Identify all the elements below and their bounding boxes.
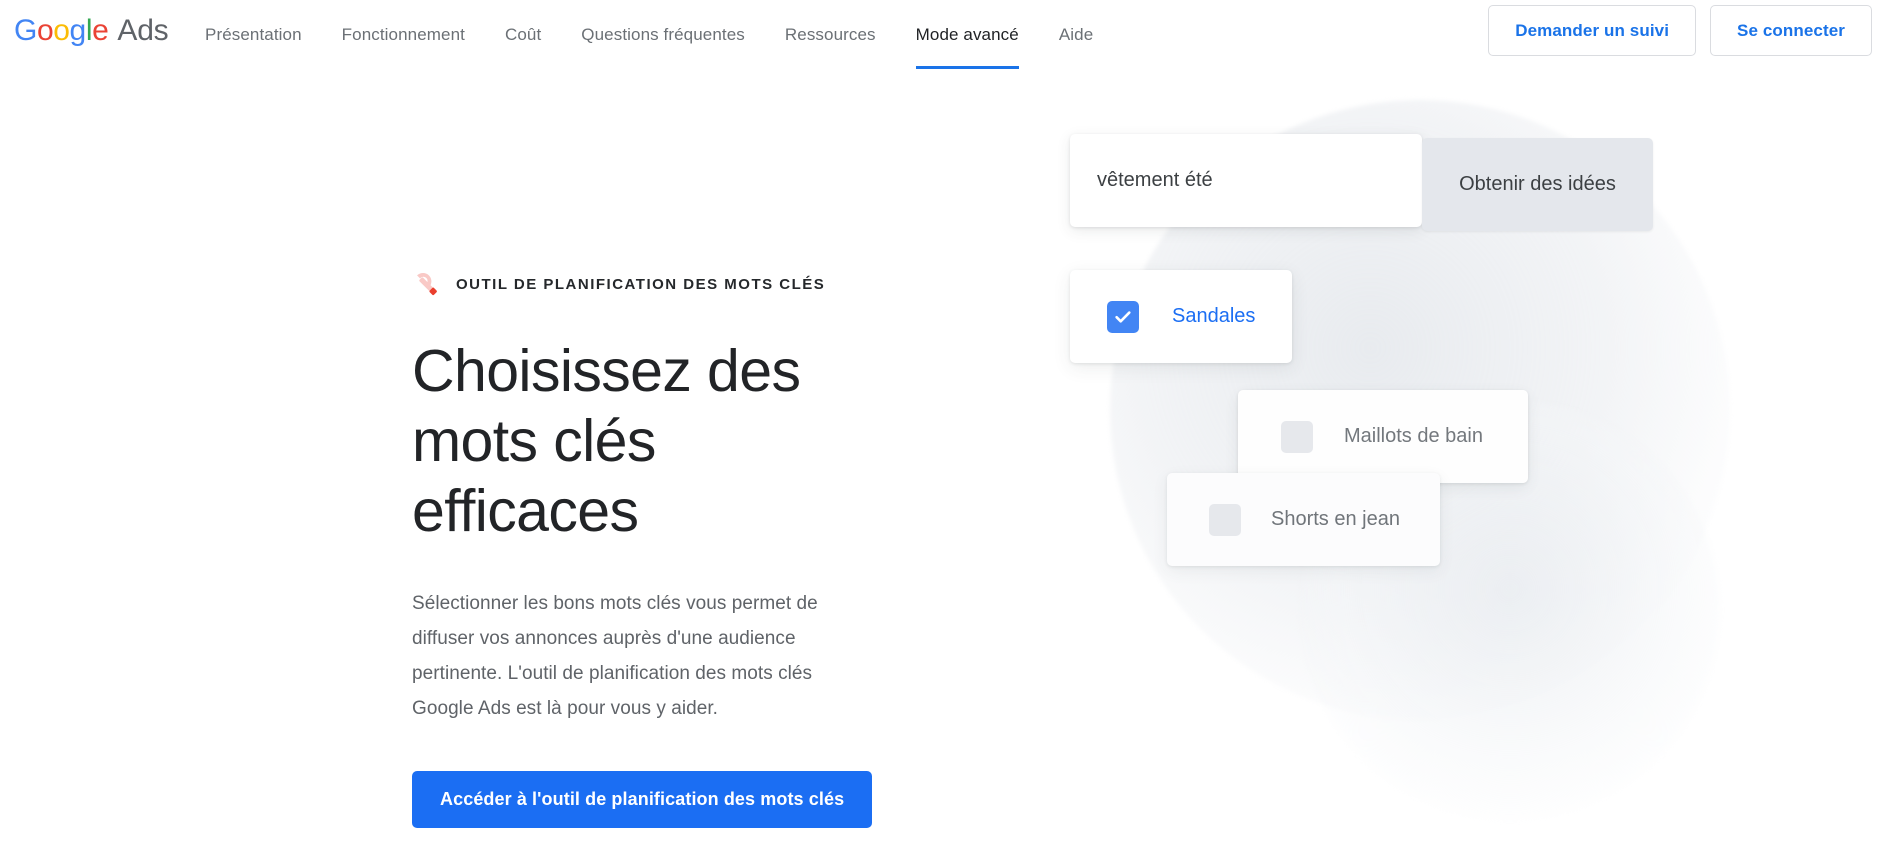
keyword-card-label: Sandales (1172, 305, 1256, 327)
hero-eyebrow-label: OUTIL DE PLANIFICATION DES MOTS CLÉS (456, 275, 826, 293)
header-actions: Demander un suivi Se connecter (1488, 5, 1872, 56)
checkbox-unchecked-icon[interactable] (1209, 503, 1241, 536)
logo-letter-g: G (14, 14, 37, 47)
keyword-card-maillots-de-bain[interactable]: Maillots de bain (1238, 390, 1528, 483)
landing-page: Google Ads Présentation Fonctionnement Co… (0, 0, 1886, 858)
logo-letter-e: e (92, 14, 109, 47)
open-keyword-planner-button[interactable]: Accéder à l'outil de planification des m… (412, 771, 873, 828)
keyword-search-input[interactable]: vêtement été (1070, 134, 1422, 227)
hero-eyebrow: OUTIL DE PLANIFICATION DES MOTS CLÉS (412, 270, 932, 298)
page-title: Choisissez des mots clés efficaces (412, 338, 801, 544)
google-ads-logo[interactable]: Google Ads (14, 13, 169, 49)
keyword-search-row: vêtement été Obtenir des idées (1070, 134, 1653, 231)
keyword-planner-illustration: vêtement été Obtenir des idées Sandales … (1060, 70, 1886, 820)
nav-item-ressources[interactable]: Ressources (765, 0, 896, 69)
nav-item-cout[interactable]: Coût (485, 0, 561, 69)
checkbox-unchecked-icon[interactable] (1281, 420, 1313, 453)
nav-item-presentation[interactable]: Présentation (185, 0, 322, 69)
keyword-card-shorts-en-jean[interactable]: Shorts en jean (1167, 473, 1440, 566)
keyword-card-label: Maillots de bain (1344, 425, 1483, 447)
nav-item-questions-frequentes[interactable]: Questions fréquentes (561, 0, 765, 69)
hero-description: Sélectionner les bons mots clés vous per… (412, 593, 818, 719)
nav-item-mode-avance[interactable]: Mode avancé (896, 0, 1039, 69)
site-header: Google Ads Présentation Fonctionnement Co… (0, 0, 1886, 69)
logo-letter-g2: g (69, 14, 87, 47)
nav-item-aide[interactable]: Aide (1039, 0, 1113, 69)
keyword-card-label: Shorts en jean (1271, 508, 1400, 530)
logo-letter-o2: o (53, 14, 70, 47)
logo-product-name: Ads (117, 14, 169, 47)
logo-letter-o1: o (36, 14, 54, 47)
hero-content: OUTIL DE PLANIFICATION DES MOTS CLÉS Cho… (412, 270, 932, 828)
get-ideas-button[interactable]: Obtenir des idées (1422, 138, 1653, 231)
sign-in-button[interactable]: Se connecter (1710, 5, 1872, 56)
wrench-icon (417, 273, 437, 296)
main-navigation: Présentation Fonctionnement Coût Questio… (185, 0, 1113, 69)
checkbox-checked-icon[interactable] (1107, 300, 1139, 333)
nav-item-fonctionnement[interactable]: Fonctionnement (322, 0, 485, 69)
request-callback-button[interactable]: Demander un suivi (1488, 5, 1697, 56)
keyword-card-sandales[interactable]: Sandales (1070, 270, 1292, 363)
